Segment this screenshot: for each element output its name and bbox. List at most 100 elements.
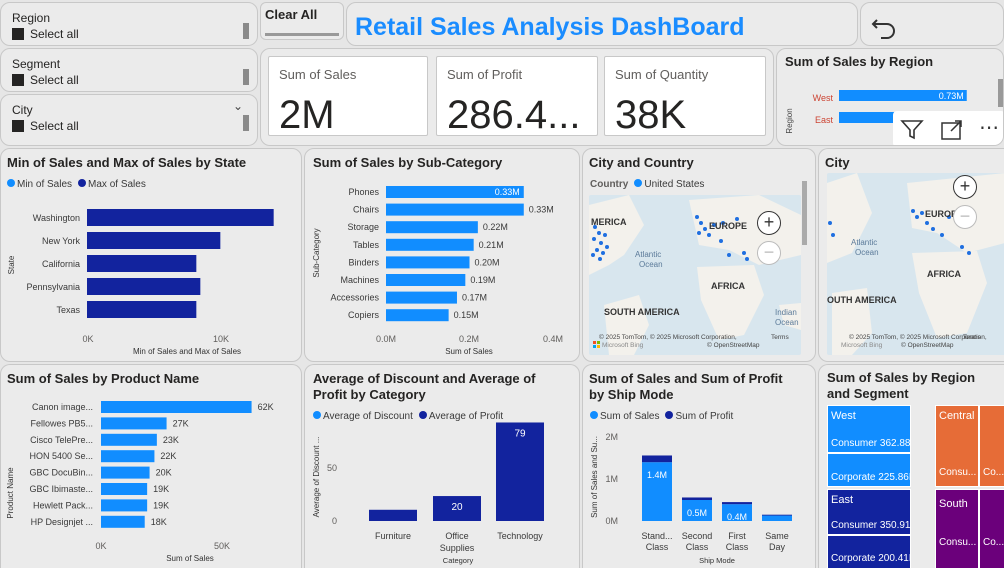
minus-icon: − <box>959 206 971 226</box>
back-button[interactable] <box>860 2 1004 46</box>
product-chart-card[interactable]: Sum of Sales by Product Name Product Nam… <box>0 364 302 568</box>
bar[interactable] <box>762 514 792 516</box>
data-label: 0.21M <box>479 240 504 250</box>
data-label: 22K <box>160 451 176 461</box>
region-slicer-select[interactable]: Select all <box>12 27 79 41</box>
segment-slicer[interactable]: Segment Select all <box>0 48 258 92</box>
more-options-icon[interactable]: ⋯ <box>979 115 1000 140</box>
bar[interactable] <box>101 483 148 495</box>
treemap-west-consumer[interactable]: West Consumer 362.88K <box>827 405 911 453</box>
bar[interactable] <box>101 499 148 512</box>
region-slicer[interactable]: Region Select all <box>0 2 258 46</box>
region-slicer-value: Select all <box>30 27 79 41</box>
chevron-down-icon[interactable]: ⌄ <box>233 99 243 113</box>
checkbox-icon[interactable] <box>12 74 24 86</box>
data-label: 0.19M <box>470 275 495 285</box>
bar[interactable] <box>386 238 474 251</box>
focus-mode-icon[interactable] <box>939 117 965 143</box>
bar[interactable] <box>87 232 221 249</box>
bar[interactable] <box>101 417 167 430</box>
city-slicer-select[interactable]: Select all <box>12 119 79 133</box>
bar[interactable] <box>101 433 157 446</box>
map-attribution: Microsoft Bing <box>602 342 644 349</box>
data-label: 0.20M <box>475 257 500 267</box>
treemap-south-corporate[interactable]: Co... <box>979 489 1004 568</box>
treemap-central-corporate[interactable]: Co... <box>979 405 1004 487</box>
world-map: EUROPE Atlantic Ocean AFRICA OUTH AMERIC… <box>827 173 1004 355</box>
kpi-profit-card: Sum of Profit 286.4... <box>436 56 598 136</box>
bar[interactable] <box>762 515 792 521</box>
undo-arrow-icon[interactable] <box>869 10 899 40</box>
state-chart-svg: State Min of Sales and Max of Sales 0K 1… <box>7 209 274 356</box>
region-chart-card[interactable]: Sum of Sales by Region Region West East … <box>776 48 1004 146</box>
state-chart-card[interactable]: Min of Sales and Max of Sales by State M… <box>0 148 302 362</box>
region-slicer-label: Region <box>12 11 51 25</box>
city-slicer[interactable]: City ⌄ Select all <box>0 94 258 146</box>
bar[interactable] <box>87 209 274 226</box>
tick-label: 0.2M <box>459 334 479 344</box>
bar[interactable] <box>101 466 150 479</box>
category-label: Class <box>646 542 669 552</box>
scrollbar[interactable] <box>243 23 249 39</box>
legend-title: Country <box>590 179 629 190</box>
data-label: 0.33M <box>529 205 554 215</box>
bar[interactable] <box>87 255 197 272</box>
zoom-out-button[interactable]: − <box>953 205 977 229</box>
treemap-east-corporate[interactable]: Corporate 200.41K <box>827 535 911 568</box>
clear-all-button[interactable]: Clear All <box>260 2 344 40</box>
treemap-segment-label: Consumer 362.88K <box>831 438 911 449</box>
bar[interactable] <box>386 291 457 304</box>
segment-slicer-select[interactable]: Select all <box>12 73 79 87</box>
bar[interactable] <box>87 278 201 295</box>
checkbox-icon[interactable] <box>12 120 24 132</box>
treemap-west-corporate[interactable]: Corporate 225.86K <box>827 453 911 487</box>
filter-icon[interactable] <box>899 117 925 143</box>
bar[interactable] <box>642 455 672 463</box>
treemap-segment-label: Corporate 200.41K <box>831 553 911 564</box>
page-title: Retail Sales Analysis DashBoard <box>355 13 745 41</box>
scrollbar[interactable] <box>243 69 249 85</box>
data-label: 0.5M <box>687 508 707 518</box>
bar[interactable] <box>87 301 197 318</box>
chart-title-line: Sum of Sales by Region <box>827 370 976 385</box>
bar[interactable] <box>386 221 478 234</box>
bar[interactable] <box>101 401 252 413</box>
bar[interactable] <box>722 502 752 505</box>
treemap-segment-label: Co... <box>983 467 1004 478</box>
discount-profit-chart-card[interactable]: Average of Discount and Average of Profi… <box>304 364 580 568</box>
treemap-central-consumer[interactable]: Central Consu... <box>935 405 979 487</box>
bar[interactable] <box>386 309 449 322</box>
treemap-south-consumer[interactable]: South Consu... <box>935 489 979 568</box>
data-label: 20 <box>451 502 463 513</box>
scrollbar[interactable] <box>802 181 807 245</box>
treemap-east-consumer[interactable]: East Consumer 350.91K <box>827 489 911 535</box>
zoom-in-button[interactable]: + <box>953 175 977 199</box>
checkbox-icon[interactable] <box>12 28 24 40</box>
city-map-card[interactable]: City EUROPE Atlantic Ocean AFRICA OUTH A… <box>818 148 1004 362</box>
tick-label: 0K <box>95 541 106 551</box>
map-canvas[interactable]: EUROPE Atlantic Ocean AFRICA OUTH AMERIC… <box>827 173 1004 355</box>
bar[interactable] <box>101 515 145 528</box>
scrollbar[interactable] <box>243 115 249 131</box>
kpi-value: 286.4... <box>447 93 581 136</box>
category-label: Binders <box>348 257 379 267</box>
data-label: 0.15M <box>454 310 479 320</box>
scrollbar[interactable] <box>998 79 1003 107</box>
bar[interactable] <box>101 450 155 463</box>
zoom-out-button[interactable]: − <box>757 241 781 265</box>
map-canvas[interactable]: MERICA EUROPE Atlantic Ocean AFRICA SOUT… <box>589 195 801 355</box>
subcategory-chart-card[interactable]: Sum of Sales by Sub-Category Sub-Categor… <box>304 148 580 362</box>
kpi-label: Sum of Profit <box>447 67 523 82</box>
zoom-in-button[interactable]: + <box>757 211 781 235</box>
city-country-map-card[interactable]: City and Country Country United States M… <box>582 148 816 362</box>
bar[interactable] <box>386 203 524 216</box>
bar[interactable] <box>386 274 466 286</box>
bar[interactable] <box>369 509 417 521</box>
shipmode-chart-card[interactable]: Sum of Sales and Sum of Profit by Ship M… <box>582 364 816 568</box>
treemap-card[interactable]: Sum of Sales by Region and Segment West … <box>818 364 1004 568</box>
clear-all-label: Clear All <box>265 7 318 22</box>
city-slicer-label: City <box>12 103 33 117</box>
bar[interactable] <box>682 497 712 500</box>
treemap-region-label: South <box>939 498 968 510</box>
bar[interactable] <box>386 256 470 269</box>
